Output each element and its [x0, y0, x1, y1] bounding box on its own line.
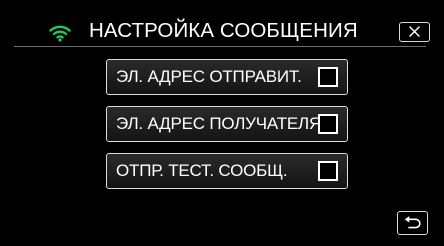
header-divider — [14, 46, 426, 47]
send-test-message-button[interactable]: ОТПР. ТЕСТ. СООБЩ. — [106, 153, 348, 189]
back-button[interactable] — [397, 211, 428, 235]
recipient-email-button[interactable]: ЭЛ. АДРЕС ПОЛУЧАТЕЛЯ — [106, 106, 348, 142]
recipient-email-checkbox[interactable] — [318, 114, 338, 134]
sender-email-button[interactable]: ЭЛ. АДРЕС ОТПРАВИТ. — [106, 59, 348, 95]
close-button[interactable] — [399, 22, 430, 42]
recipient-email-label: ЭЛ. АДРЕС ПОЛУЧАТЕЛЯ — [116, 114, 322, 133]
return-arrow-icon — [404, 216, 421, 229]
wifi-icon — [49, 25, 71, 42]
close-icon — [409, 26, 420, 38]
screen: НАСТРОЙКА СООБЩЕНИЯ ЭЛ. АДРЕС ОТПРАВИТ. … — [0, 0, 444, 246]
sender-email-checkbox[interactable] — [318, 67, 338, 87]
send-test-message-checkbox[interactable] — [318, 161, 338, 181]
sender-email-label: ЭЛ. АДРЕС ОТПРАВИТ. — [116, 67, 302, 86]
send-test-message-label: ОТПР. ТЕСТ. СООБЩ. — [116, 161, 288, 180]
page-title: НАСТРОЙКА СООБЩЕНИЯ — [89, 19, 358, 42]
